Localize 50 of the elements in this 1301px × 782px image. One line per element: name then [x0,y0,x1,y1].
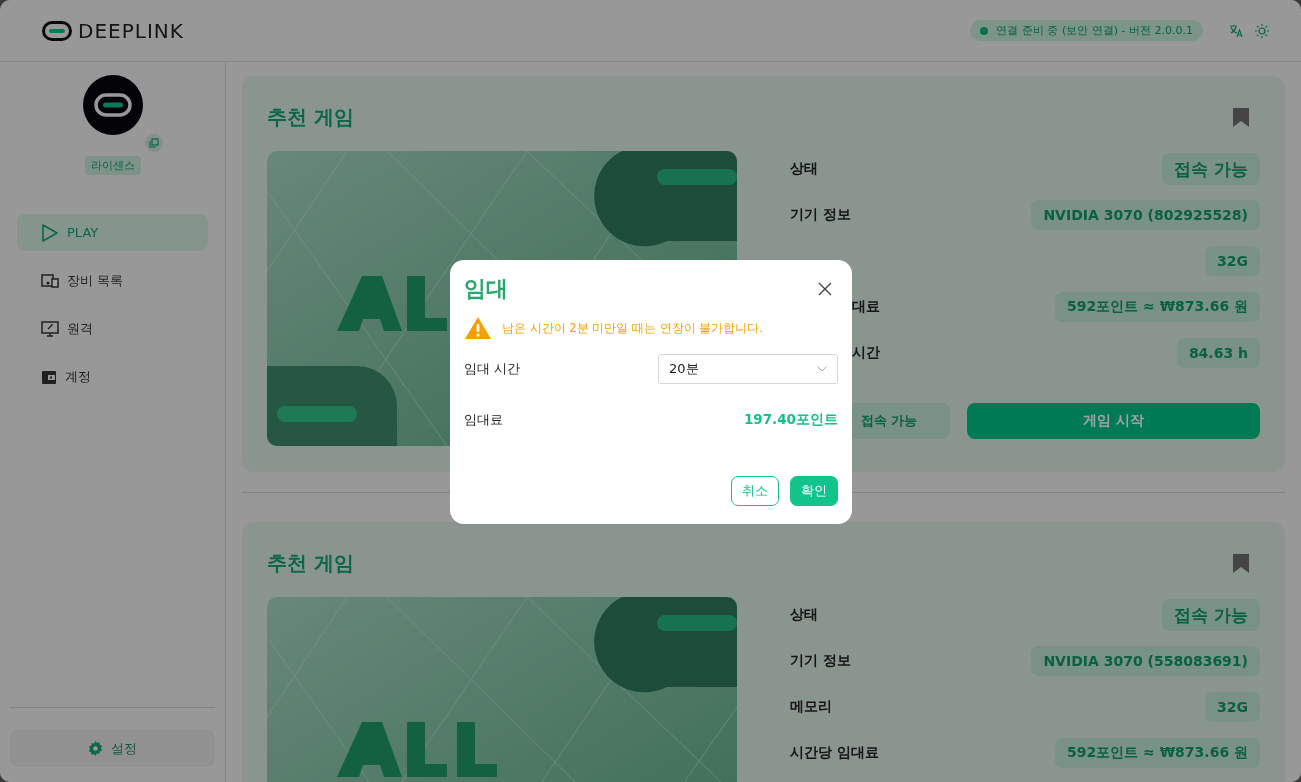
row-label: 메모리 [790,698,832,716]
start-button[interactable]: 게임 시작 [967,403,1260,439]
bookmark-icon[interactable] [1233,107,1249,127]
nav-item[interactable]: 장비 목록 [17,262,208,299]
row-label: 상태 [790,606,818,624]
row-label: 기기 정보 [790,206,851,224]
row-label: 시간 [851,344,880,362]
value-pill: 592포인트 ≈ ₩873.66 원 [1054,292,1260,322]
value-pill: 접속 가능 [1162,153,1260,185]
value-pill: 84.63 h [1176,338,1260,368]
logo-text: DEEPLINK [78,18,184,43]
copy-icon [148,138,159,148]
logo-icon [42,20,72,41]
value-pill: 접속 가능 [1162,599,1260,631]
value-pill: 32G [1205,246,1260,276]
row-label: 기기 정보 [790,652,851,670]
dialog-title: 임대 [464,275,508,303]
translate-icon[interactable] [1229,23,1243,38]
devices-icon [41,272,59,289]
row-label: 상태 [790,160,818,178]
confirm-button[interactable]: 확인 [790,476,838,506]
warning-icon [464,316,492,340]
card-title: 추천 게임 [267,549,354,577]
settings-button[interactable]: 설정 [10,730,215,767]
value-pill: NVIDIA 3070 (558083691) [1031,646,1260,676]
field-label: 임대료 [464,411,503,429]
time-select[interactable]: 20분 [658,354,838,384]
card-title: 추천 게임 [267,103,354,131]
status-text: 연결 준비 중 (보안 연결) - 버전 2.0.0.1 [996,23,1193,38]
row-label: 시간당 임대료 [790,744,879,762]
cancel-button[interactable]: 취소 [731,476,779,506]
sun-icon[interactable] [1255,23,1269,38]
status-dot [980,26,989,35]
value-pill: 592포인트 ≈ ₩873.66 원 [1054,738,1260,768]
play-icon [41,222,59,243]
value-pill: 32G [1205,692,1260,722]
row-label: 대료 [851,298,880,316]
license-badge: 라이센스 [84,156,141,175]
nav-item[interactable]: 계정 [17,358,208,395]
nav-item[interactable]: PLAY [17,214,208,251]
wallet-icon [41,368,57,385]
value-pill: NVIDIA 3070 (802925528) [1031,200,1260,230]
gear-icon [88,741,103,756]
copy-button[interactable] [144,134,163,152]
monitor-icon [41,319,59,338]
nav-item[interactable]: 원격 [17,310,208,347]
bookmark-icon[interactable] [1233,553,1249,573]
field-label: 임대 시간 [464,360,521,378]
warning-text: 남은 시간이 2분 미만일 때는 연장이 불가합니다. [502,320,763,336]
chevron-icon [817,366,827,372]
